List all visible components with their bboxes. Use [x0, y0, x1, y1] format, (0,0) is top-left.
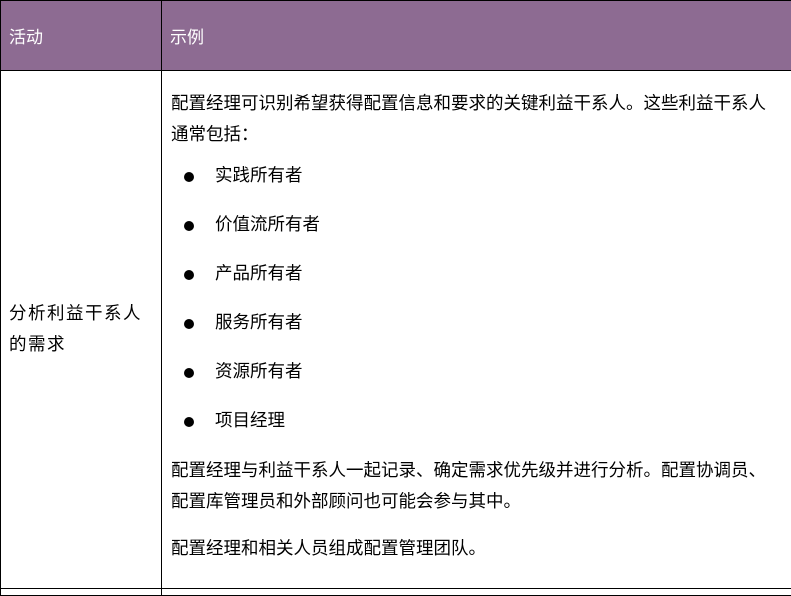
header-activity: 活动: [0, 0, 162, 71]
activity-label: 分析利益干系人的需求: [9, 303, 142, 355]
table-row-partial: [0, 588, 791, 596]
list-item: 项目经理: [171, 408, 783, 457]
stakeholder-label: 实践所有者: [215, 166, 303, 186]
bullet-icon: [184, 270, 194, 280]
stakeholder-label: 项目经理: [215, 411, 285, 431]
stakeholder-label: 价值流所有者: [215, 215, 320, 235]
list-item: 价值流所有者: [171, 212, 783, 261]
bullet-icon: [184, 172, 194, 182]
bullet-icon: [184, 319, 194, 329]
stakeholder-list: 实践所有者 价值流所有者 产品所有者 服务所有者 资源所有者 项目经理: [171, 163, 783, 457]
stakeholder-label: 产品所有者: [215, 264, 303, 284]
activity-cell: 分析利益干系人的需求: [0, 70, 162, 589]
list-item: 资源所有者: [171, 359, 783, 408]
list-item: 实践所有者: [171, 163, 783, 212]
example-cell: 配置经理可识别希望获得配置信息和要求的关键利益干系人。这些利益干系人通常包括： …: [161, 70, 791, 589]
bullet-icon: [184, 368, 194, 378]
list-item: 产品所有者: [171, 261, 783, 310]
table-header-row: 活动 示例: [0, 0, 791, 71]
activity-example-table: 活动 示例 分析利益干系人的需求 配置经理可识别希望获得配置信息和要求的关键利益…: [0, 0, 791, 596]
table-row: 分析利益干系人的需求 配置经理可识别希望获得配置信息和要求的关键利益干系人。这些…: [0, 70, 791, 589]
partial-cell-activity: [0, 588, 162, 596]
header-example: 示例: [161, 0, 791, 71]
bullet-icon: [184, 221, 194, 231]
list-item: 服务所有者: [171, 310, 783, 359]
bullet-icon: [184, 417, 194, 427]
partial-cell-example: [161, 588, 791, 596]
collaboration-paragraph: 配置经理与利益干系人一起记录、确定需求优先级并进行分析。配置协调员、配置库管理员…: [171, 461, 766, 512]
stakeholder-label: 服务所有者: [215, 313, 303, 333]
stakeholder-label: 资源所有者: [215, 362, 303, 382]
intro-paragraph: 配置经理可识别希望获得配置信息和要求的关键利益干系人。这些利益干系人通常包括：: [171, 94, 766, 145]
team-paragraph: 配置经理和相关人员组成配置管理团队。: [171, 539, 486, 559]
